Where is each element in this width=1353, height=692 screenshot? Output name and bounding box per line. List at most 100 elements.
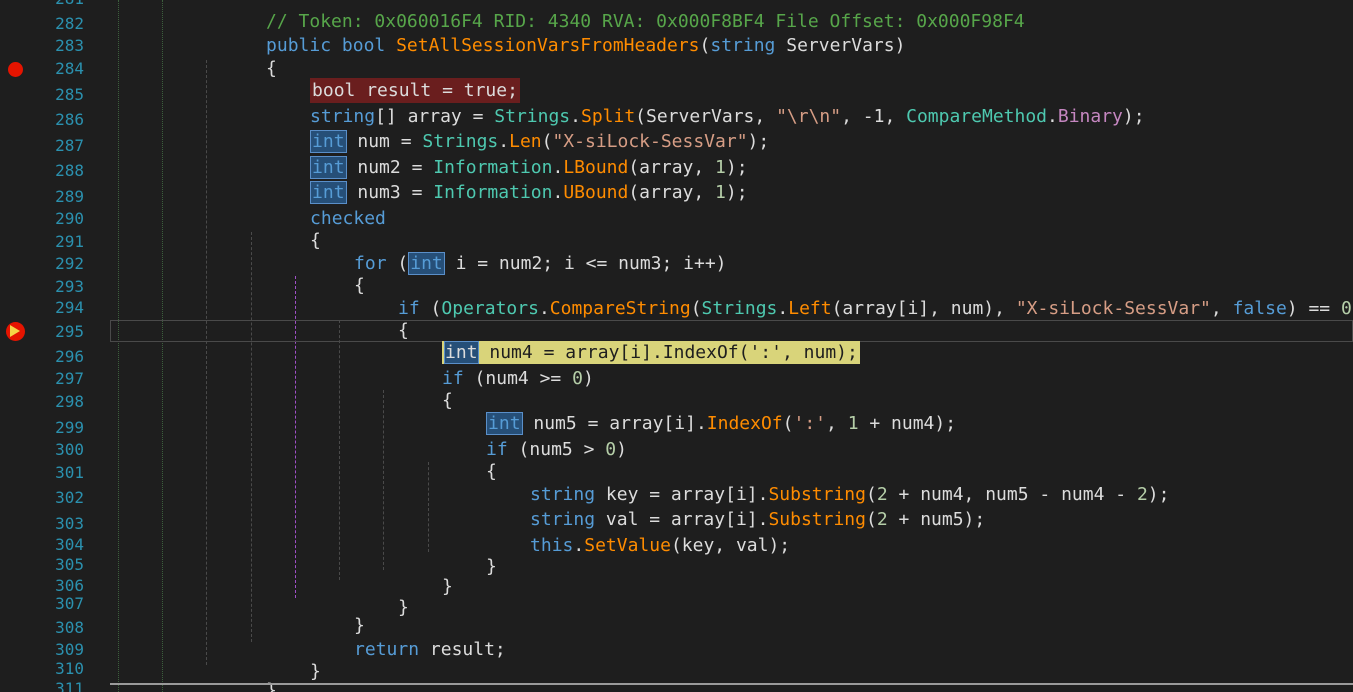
line-number: 297 — [55, 369, 84, 388]
code-text: (array, — [628, 182, 716, 203]
line-number: 289 — [55, 187, 84, 206]
code-line-299[interactable]: if (num5 > 0) — [421, 417, 627, 460]
code-area[interactable]: // Token: 0x060016F4 RID: 4340 RVA: 0x00… — [110, 0, 1353, 692]
code-text: (num5 > — [507, 439, 606, 460]
code-line-302[interactable]: string val = array[i].Substring(2 + num5… — [465, 487, 985, 530]
code-line-289[interactable]: checked — [245, 186, 386, 229]
code-line-310[interactable]: } — [201, 658, 277, 692]
keyword: false — [1232, 298, 1287, 319]
punct: . — [573, 535, 585, 556]
code-line-287[interactable]: int num2 = Information.LBound(array, 1); — [245, 135, 748, 179]
brace: } — [310, 661, 321, 682]
code-text: result; — [419, 639, 506, 660]
punct: ); — [1147, 484, 1170, 505]
line-number: 291 — [55, 232, 84, 251]
method-separator-line — [110, 683, 1353, 685]
line-number: 288 — [55, 161, 84, 180]
code-text: ) == — [1286, 298, 1341, 319]
method-name: SetValue — [584, 535, 671, 556]
punct: , — [1210, 298, 1233, 319]
line-number: 298 — [55, 392, 84, 411]
code-editor[interactable]: 281 282 283 284 285 286 287 288 289 290 … — [0, 0, 1353, 692]
number-literal: 0 — [572, 368, 583, 389]
punct: ( — [419, 298, 442, 319]
indent-guide — [206, 60, 207, 665]
punct: ( — [699, 35, 711, 56]
code-line-297[interactable]: { — [377, 368, 453, 411]
code-line-284[interactable]: bool result = true; — [245, 58, 520, 103]
brace: } — [442, 576, 453, 597]
line-number: 292 — [55, 254, 84, 273]
line-number: 296 — [55, 347, 84, 366]
line-number: 308 — [55, 618, 84, 637]
line-number: 301 — [55, 463, 84, 482]
code-line-286[interactable]: int num = Strings.Len("X-siLock-SessVar"… — [245, 109, 769, 153]
code-line-303[interactable]: this.SetValue(key, val); — [465, 513, 790, 556]
line-number: 300 — [55, 440, 84, 459]
method-name: IndexOf — [706, 413, 783, 434]
code-line-307[interactable]: } — [289, 593, 365, 636]
code-line-296[interactable]: if (num4 >= 0) — [377, 346, 594, 389]
line-number: 284 — [55, 59, 84, 78]
brace: } — [486, 556, 497, 577]
code-line-304[interactable]: } — [421, 534, 497, 577]
method-name: UBound — [563, 182, 629, 203]
number-literal: 2 — [876, 509, 888, 530]
code-line-295[interactable]: int num4 = array[i].IndexOf(':', num); — [377, 320, 860, 364]
line-number: 303 — [55, 514, 84, 533]
line-number: 304 — [55, 535, 84, 554]
line-number: 310 — [55, 659, 84, 678]
line-number: 286 — [55, 110, 84, 129]
keyword: string — [710, 35, 776, 56]
line-number: 287 — [55, 136, 84, 155]
execution-arrow-icon — [10, 325, 20, 337]
number-literal: 2 — [1136, 484, 1148, 505]
enum-value: Binary — [1057, 106, 1123, 127]
code-text: (num4 >= — [463, 368, 573, 389]
param-name: ServerVars — [775, 35, 895, 56]
code-text: + num5); — [887, 509, 986, 530]
punct: ) — [616, 439, 627, 460]
code-line-281[interactable]: // Token: 0x060016F4 RID: 4340 RVA: 0x00… — [201, 0, 1025, 32]
code-line-308[interactable]: return result; — [289, 617, 506, 660]
breakpoint-icon[interactable] — [8, 62, 23, 77]
punct: ( — [386, 253, 409, 274]
code-line-288[interactable]: int num3 = Information.UBound(array, 1); — [245, 160, 748, 204]
code-line-292[interactable]: { — [289, 253, 365, 296]
method-name: CompareString — [549, 298, 691, 319]
string-literal: ':' — [793, 413, 826, 434]
keyword: return — [354, 639, 420, 660]
number-literal: 1 — [715, 182, 726, 203]
current-statement-breakpoint-icon[interactable] — [6, 322, 25, 341]
code-line-305[interactable]: } — [377, 554, 453, 597]
code-line-301[interactable]: string key = array[i].Substring(2 + num4… — [465, 462, 1169, 505]
code-line-283[interactable]: { — [201, 36, 277, 79]
code-line-294[interactable]: { — [333, 298, 409, 341]
type-name: CompareMethod — [906, 106, 1048, 127]
method-name: SetAllSessionVarsFromHeaders — [396, 35, 700, 56]
punct: ); — [747, 131, 770, 152]
number-literal: 0 — [1340, 298, 1352, 319]
punct: . — [777, 298, 789, 319]
code-line-290[interactable]: { — [245, 208, 321, 251]
glyph-margin[interactable] — [0, 0, 30, 692]
line-number: 282 — [55, 14, 84, 33]
type-name: Information — [433, 182, 553, 203]
punct: , — [826, 413, 848, 434]
number-literal: 0 — [605, 439, 617, 460]
code-line-293[interactable]: if (Operators.CompareString(Strings.Left… — [333, 276, 1353, 319]
keyword: checked — [310, 208, 386, 229]
code-line-285[interactable]: string[] array = Strings.Split(ServerVar… — [245, 84, 1145, 127]
line-number: 294 — [55, 298, 84, 317]
code-line-300[interactable]: { — [421, 439, 497, 482]
keyword-highlighted: int — [408, 252, 445, 275]
line-number: 293 — [55, 277, 84, 296]
code-line-282[interactable]: public bool SetAllSessionVarsFromHeaders… — [201, 13, 905, 56]
code-text: , -1, — [841, 106, 907, 127]
code-line-291[interactable]: for (int i = num2; i <= num3; i++) — [289, 231, 727, 275]
brace: } — [398, 597, 409, 618]
type-name: Strings — [701, 298, 778, 319]
punct: . — [538, 298, 550, 319]
code-line-298[interactable]: int num5 = array[i].IndexOf(':', 1 + num… — [421, 391, 956, 435]
keyword: this — [530, 535, 574, 556]
